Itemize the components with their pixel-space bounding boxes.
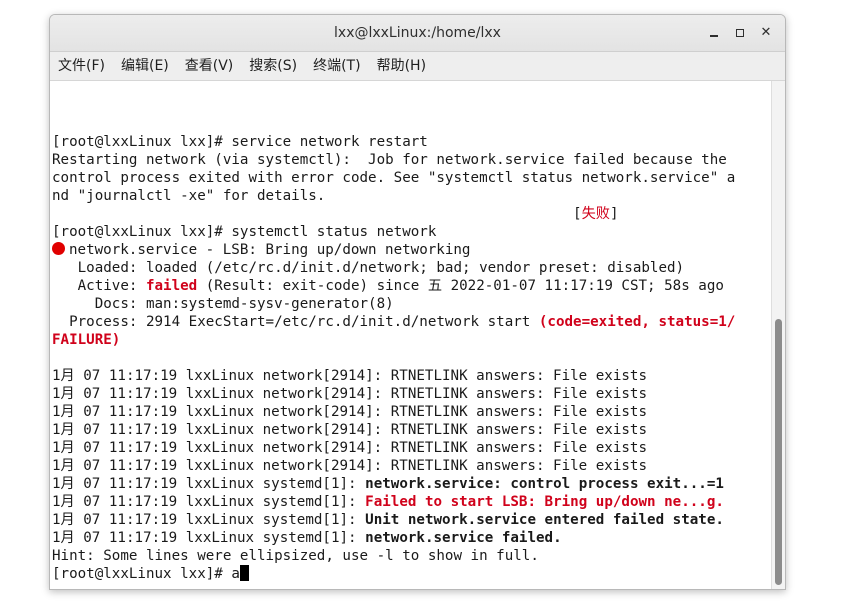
terminal-text: [root@lxxLinux lxx]# a: [52, 566, 240, 582]
maximize-icon: [736, 29, 744, 37]
menu-view[interactable]: 查看(V): [177, 52, 242, 80]
terminal-text: [root@lxxLinux lxx]# service network res…: [52, 134, 428, 150]
terminal-line: 1月 07 11:17:19 lxxLinux network[2914]: R…: [52, 439, 735, 457]
terminal-text: Unit network.service entered failed stat…: [365, 512, 724, 528]
terminal-line: 1月 07 11:17:19 lxxLinux systemd[1]: Fail…: [52, 493, 735, 511]
terminal-text: Active:: [52, 278, 146, 294]
terminal-text: Hint: Some lines were ellipsized, use -l…: [52, 548, 539, 564]
terminal-line: 1月 07 11:17:19 lxxLinux network[2914]: R…: [52, 457, 735, 475]
terminal-text: [root@lxxLinux lxx]# systemctl status ne…: [52, 224, 437, 240]
terminal-line: 1月 07 11:17:19 lxxLinux systemd[1]: netw…: [52, 475, 735, 493]
title-bar[interactable]: lxx@lxxLinux:/home/lxx ✕: [50, 15, 785, 52]
minimize-button[interactable]: [704, 23, 724, 43]
terminal-text: failed: [145, 278, 198, 294]
terminal-line: nd "journalctl -xe" for details.: [52, 187, 735, 205]
terminal-line: Restarting network (via systemctl): Job …: [52, 151, 735, 169]
window-title: lxx@lxxLinux:/home/lxx: [334, 25, 501, 41]
terminal-text: network.service: control process exit...…: [365, 476, 724, 492]
scrollbar-thumb[interactable]: [775, 319, 782, 585]
terminal-text: 失败: [581, 206, 610, 222]
terminal-line: control process exited with error code. …: [52, 169, 735, 187]
terminal-text: control process exited with error code. …: [52, 170, 736, 186]
terminal-text: network.service - LSB: Bring up/down net…: [69, 242, 471, 258]
terminal-line: 1月 07 11:17:19 lxxLinux network[2914]: R…: [52, 367, 735, 385]
terminal-text: 1月 07 11:17:19 lxxLinux systemd[1]:: [52, 476, 366, 492]
terminal-line: [失败]: [52, 205, 735, 223]
terminal-text: 1月 07 11:17:19 lxxLinux systemd[1]:: [52, 530, 366, 546]
close-button[interactable]: ✕: [756, 23, 776, 43]
terminal-text: network.service failed.: [365, 530, 562, 546]
terminal-line: 1月 07 11:17:19 lxxLinux systemd[1]: netw…: [52, 529, 735, 547]
terminal-text: nd "journalctl -xe" for details.: [52, 188, 326, 204]
terminal-text: (Result: exit-code) since 五 2022-01-07 1…: [197, 278, 724, 294]
terminal-line: 1月 07 11:17:19 lxxLinux network[2914]: R…: [52, 403, 735, 421]
terminal-line: network.service - LSB: Bring up/down net…: [52, 241, 735, 259]
terminal-line: 1月 07 11:17:19 lxxLinux network[2914]: R…: [52, 421, 735, 439]
terminal-lines: [root@lxxLinux lxx]# service network res…: [52, 133, 735, 583]
terminal-text: Process: 2914 ExecStart=/etc/rc.d/init.d…: [52, 314, 539, 330]
terminal-line: Docs: man:systemd-sysv-generator(8): [52, 295, 735, 313]
terminal-text: Docs: man:systemd-sysv-generator(8): [52, 296, 394, 312]
terminal-line: [root@lxxLinux lxx]# a: [52, 565, 735, 583]
terminal-line: 1月 07 11:17:19 lxxLinux network[2914]: R…: [52, 385, 735, 403]
menu-terminal[interactable]: 终端(T): [305, 52, 368, 80]
terminal-line: FAILURE): [52, 331, 735, 349]
menu-help[interactable]: 帮助(H): [369, 52, 434, 80]
menu-file[interactable]: 文件(F): [50, 52, 113, 80]
terminal-line: [root@lxxLinux lxx]# service network res…: [52, 133, 735, 151]
terminal-text: 1月 07 11:17:19 lxxLinux network[2914]: R…: [52, 404, 648, 420]
terminal-text: 1月 07 11:17:19 lxxLinux network[2914]: R…: [52, 440, 648, 456]
terminal-text: 1月 07 11:17:19 lxxLinux systemd[1]:: [52, 494, 366, 510]
terminal-text: 1月 07 11:17:19 lxxLinux network[2914]: R…: [52, 458, 648, 474]
terminal-text: 1月 07 11:17:19 lxxLinux systemd[1]:: [52, 512, 366, 528]
terminal-line: 1月 07 11:17:19 lxxLinux systemd[1]: Unit…: [52, 511, 735, 529]
terminal-text: 1月 07 11:17:19 lxxLinux network[2914]: R…: [52, 368, 648, 384]
maximize-button[interactable]: [730, 23, 750, 43]
terminal-line: Hint: Some lines were ellipsized, use -l…: [52, 547, 735, 565]
terminal-text: Failed to start LSB: Bring up/down ne...…: [365, 494, 724, 510]
terminal-text: Restarting network (via systemctl): Job …: [52, 152, 727, 168]
terminal-line: Process: 2914 ExecStart=/etc/rc.d/init.d…: [52, 313, 735, 331]
terminal-text: [: [52, 206, 582, 222]
menu-search[interactable]: 搜索(S): [241, 52, 305, 80]
menu-edit[interactable]: 编辑(E): [113, 52, 177, 80]
terminal-text: 1月 07 11:17:19 lxxLinux network[2914]: R…: [52, 386, 648, 402]
minimize-icon: [710, 35, 718, 37]
vertical-scrollbar[interactable]: [771, 81, 785, 589]
menu-bar: 文件(F) 编辑(E) 查看(V) 搜索(S) 终端(T) 帮助(H): [50, 52, 785, 81]
terminal-output[interactable]: [root@lxxLinux lxx]# service network res…: [50, 81, 771, 589]
desktop: lxx@lxxLinux:/home/lxx ✕ 文件(F) 编辑(E) 查看(…: [0, 0, 848, 607]
terminal-window: lxx@lxxLinux:/home/lxx ✕ 文件(F) 编辑(E) 查看(…: [49, 14, 786, 590]
close-icon: ✕: [760, 25, 772, 40]
text-cursor: [239, 565, 249, 581]
terminal-line: [root@lxxLinux lxx]# systemctl status ne…: [52, 223, 735, 241]
terminal-line: Active: failed (Result: exit-code) since…: [52, 277, 735, 295]
terminal-text: Loaded: loaded (/etc/rc.d/init.d/network…: [52, 260, 685, 276]
terminal-text: (code=exited, status=1/: [538, 314, 736, 330]
terminal-line: Loaded: loaded (/etc/rc.d/init.d/network…: [52, 259, 735, 277]
status-failed-dot-icon: [52, 242, 65, 255]
terminal-text: ]: [609, 206, 619, 222]
terminal-text: 1月 07 11:17:19 lxxLinux network[2914]: R…: [52, 422, 648, 438]
terminal-text: FAILURE): [52, 332, 121, 348]
